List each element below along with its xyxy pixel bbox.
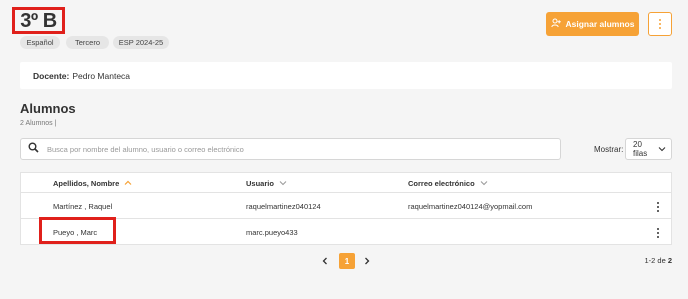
teacher-card: Docente: Pedro Manteca xyxy=(20,62,672,89)
student-count: 2 Alumnos | xyxy=(20,120,57,127)
pagination-range: 1-2 de xyxy=(644,256,668,265)
table-row[interactable]: Pueyo , Marc marc.pueyo433 xyxy=(21,220,671,245)
teacher-name: Pedro Manteca xyxy=(72,70,131,81)
sort-up-icon xyxy=(124,179,132,188)
vertical-dots-icon xyxy=(657,201,659,212)
table-header: Apellidos, Nombre Usuario Correo electró… xyxy=(21,173,671,193)
student-email: raquelmartinez040124@yopmail.com xyxy=(408,202,533,211)
pagination-total: 2 xyxy=(667,256,672,265)
column-email-label: Correo electrónico xyxy=(408,178,475,188)
chevron-down-icon xyxy=(658,145,666,154)
vertical-dots-icon xyxy=(657,227,659,238)
student-name: Martínez , Raquel xyxy=(53,202,113,211)
row-menu-button[interactable] xyxy=(657,194,659,219)
table-row[interactable]: Martínez , Raquel raquelmartinez040124 r… xyxy=(21,194,671,219)
next-page-button[interactable] xyxy=(360,254,374,268)
page-title: 3º B xyxy=(20,9,57,32)
rows-per-page-label: Mostrar: xyxy=(594,145,624,154)
section-title: Alumnos xyxy=(20,101,76,116)
assign-students-label: Asignar alumnos xyxy=(565,19,635,29)
teacher-label: Docente: xyxy=(33,70,70,81)
class-title-highlight: 3º B xyxy=(12,7,65,34)
pagination-info: 1-2 de 2 xyxy=(644,256,672,265)
chevron-down-icon xyxy=(279,179,287,188)
search-input[interactable] xyxy=(47,144,527,154)
search-box[interactable] xyxy=(20,138,561,160)
search-icon xyxy=(28,140,39,158)
column-user-label: Usuario xyxy=(246,178,274,188)
tag-course: ESP 2024-25 xyxy=(113,36,169,49)
rows-per-page-select[interactable]: 20 filas xyxy=(625,138,672,160)
page-1-button[interactable]: 1 xyxy=(339,253,355,269)
student-user: marc.pueyo433 xyxy=(246,228,298,237)
chevron-left-icon xyxy=(322,252,328,270)
vertical-dots-icon xyxy=(659,19,661,29)
column-name-label: Apellidos, Nombre xyxy=(53,178,120,188)
student-user: raquelmartinez040124 xyxy=(246,202,321,211)
rows-per-page-value: 20 filas xyxy=(633,140,648,158)
tag-grade: Tercero xyxy=(66,36,109,49)
more-options-button[interactable] xyxy=(648,12,672,36)
chevron-right-icon xyxy=(364,252,370,270)
chevron-down-icon xyxy=(480,179,488,188)
row-highlight-box xyxy=(39,217,116,244)
previous-page-button[interactable] xyxy=(318,254,332,268)
column-header-name[interactable]: Apellidos, Nombre xyxy=(53,173,132,193)
column-header-user[interactable]: Usuario xyxy=(246,173,287,193)
row-menu-button[interactable] xyxy=(657,220,659,245)
assign-students-button[interactable]: Asignar alumnos xyxy=(546,12,639,36)
user-plus-icon xyxy=(550,18,561,30)
students-table: Apellidos, Nombre Usuario Correo electró… xyxy=(20,172,672,245)
column-header-email[interactable]: Correo electrónico xyxy=(408,173,488,193)
tag-subject: Español xyxy=(20,36,60,49)
